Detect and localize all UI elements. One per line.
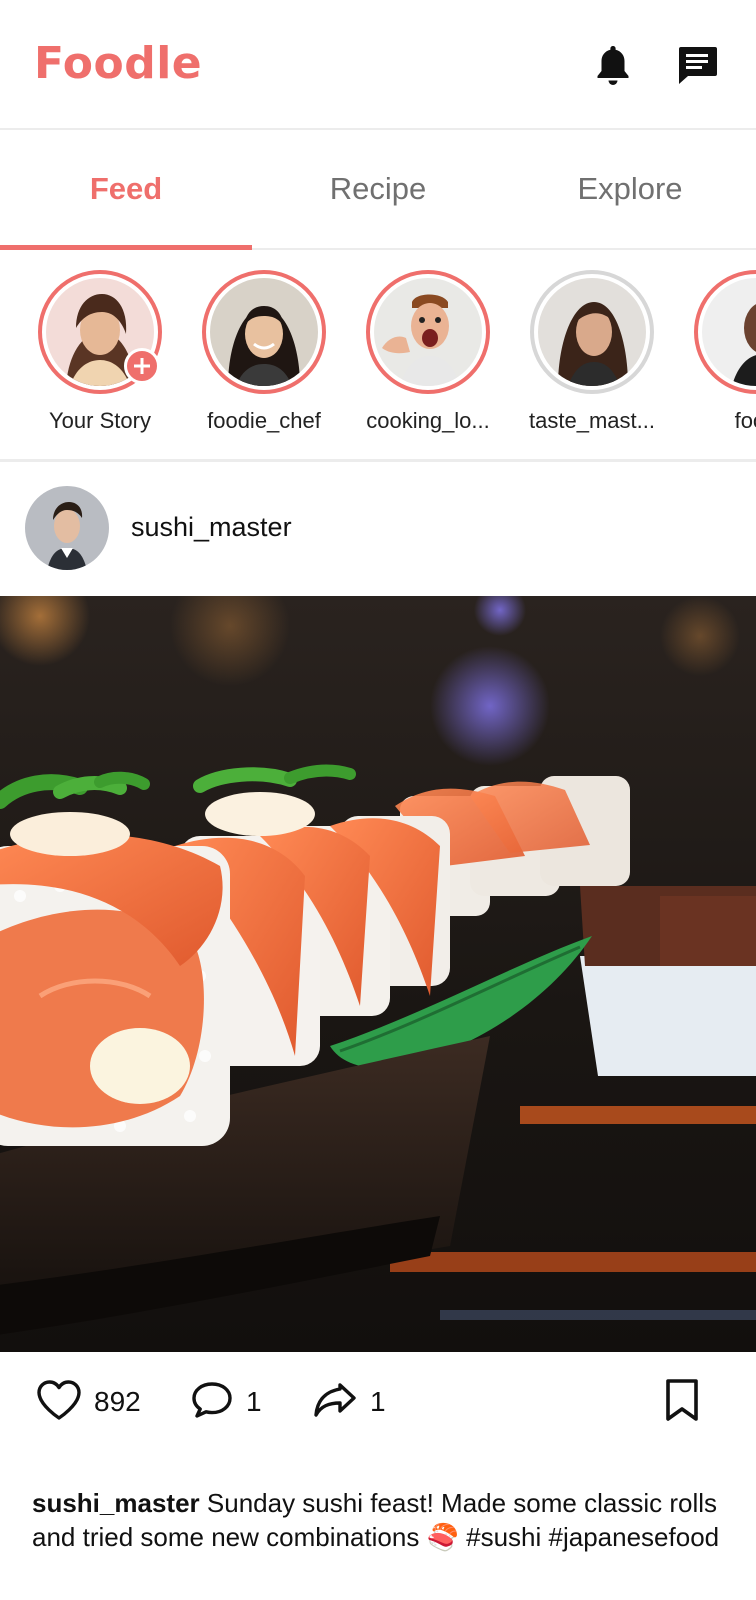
- stories-row[interactable]: Your Story foodie_chef cooking_lo... tas…: [0, 250, 756, 462]
- tab-feed[interactable]: Feed: [0, 130, 252, 248]
- comment-count: 1: [246, 1386, 262, 1417]
- story-food[interactable]: food: [672, 270, 756, 434]
- story-name: food: [734, 408, 756, 433]
- chat-icon[interactable]: [672, 40, 722, 90]
- bookmark-icon: [664, 1378, 700, 1427]
- bookmark-button[interactable]: [664, 1376, 700, 1428]
- story-cooking-lo[interactable]: cooking_lo...: [344, 270, 512, 434]
- story-name: Your Story: [49, 408, 151, 433]
- caption-username[interactable]: sushi_master: [32, 1488, 200, 1518]
- post-username[interactable]: sushi_master: [131, 512, 292, 543]
- like-button[interactable]: 892: [36, 1376, 141, 1428]
- post-header: sushi_master: [0, 462, 756, 596]
- share-button[interactable]: 1: [312, 1376, 386, 1428]
- share-arrow-icon: [312, 1381, 358, 1424]
- story-avatar-ring: [366, 270, 490, 394]
- story-name: cooking_lo...: [366, 408, 490, 433]
- avatar[interactable]: [25, 486, 109, 570]
- avatar: [210, 278, 318, 386]
- post-image[interactable]: [0, 596, 756, 1352]
- avatar: [374, 278, 482, 386]
- comment-button[interactable]: 1: [190, 1376, 262, 1428]
- story-avatar-ring: [530, 270, 654, 394]
- app-header: Foodle: [0, 0, 756, 130]
- post-caption: sushi_master Sunday sushi feast! Made so…: [32, 1486, 732, 1554]
- bell-icon[interactable]: [588, 40, 638, 90]
- story-avatar-ring: [694, 270, 756, 394]
- story-name: taste_mast...: [529, 408, 655, 433]
- post-actions: 892 1 1: [0, 1352, 756, 1452]
- avatar: [702, 278, 756, 386]
- story-foodie-chef[interactable]: foodie_chef: [180, 270, 348, 434]
- share-count: 1: [370, 1386, 386, 1417]
- story-your-story[interactable]: Your Story: [16, 270, 184, 434]
- story-avatar-ring: [38, 270, 162, 394]
- avatar: [538, 278, 646, 386]
- tab-bar: Feed Recipe Explore: [0, 130, 756, 250]
- add-story-icon[interactable]: [124, 348, 160, 384]
- like-count: 892: [94, 1386, 141, 1417]
- tab-recipe[interactable]: Recipe: [252, 130, 504, 248]
- heart-icon: [36, 1379, 82, 1426]
- story-name: foodie_chef: [207, 408, 321, 433]
- story-avatar-ring: [202, 270, 326, 394]
- comment-icon: [190, 1380, 234, 1425]
- app-title: Foodle: [34, 38, 203, 89]
- tab-explore[interactable]: Explore: [504, 130, 756, 248]
- story-taste-mast[interactable]: taste_mast...: [508, 270, 676, 434]
